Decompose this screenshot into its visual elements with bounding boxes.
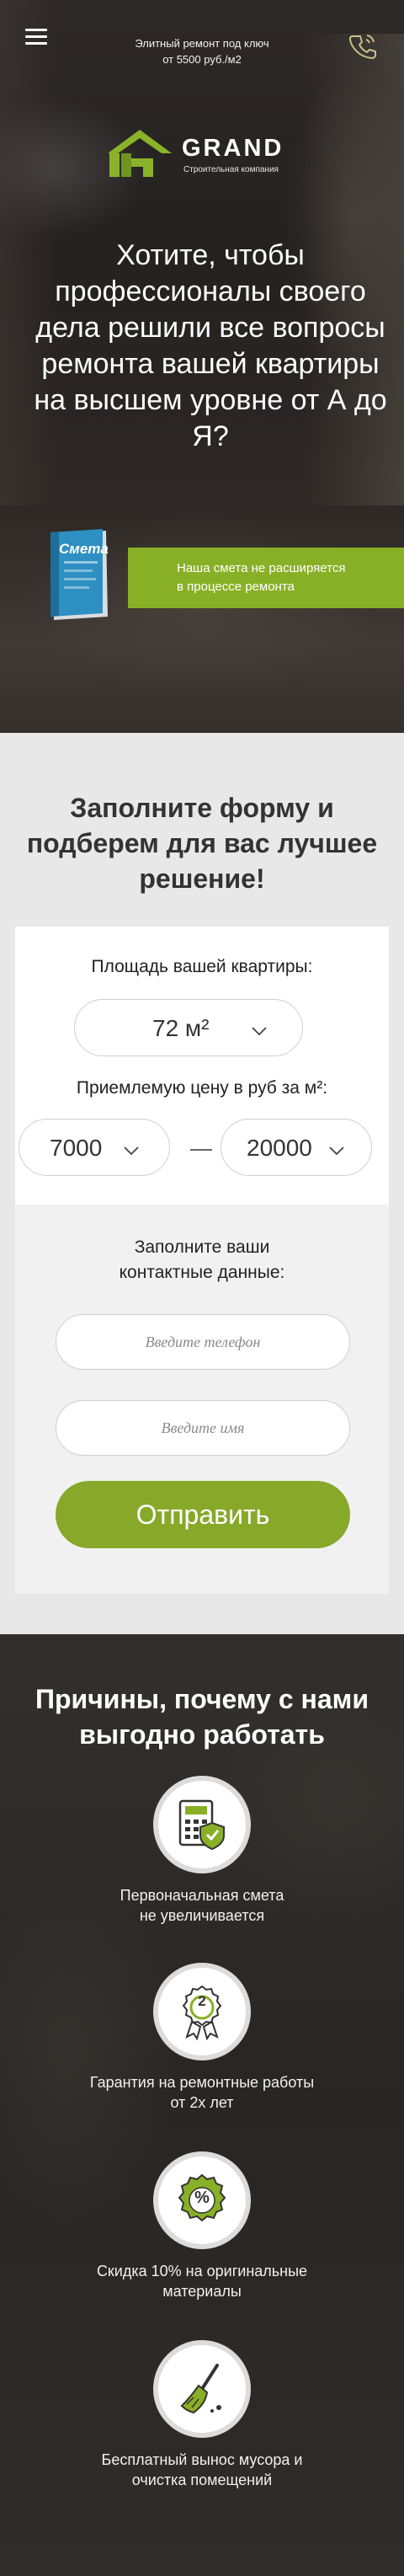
price-label: Приемлемую цену в руб за м²: bbox=[76, 1078, 328, 1098]
reason-text-line-2: от 2х лет bbox=[170, 2094, 234, 2111]
hamburger-menu-icon[interactable] bbox=[25, 29, 47, 45]
area-label: Площадь вашей квартиры: bbox=[91, 957, 313, 976]
lead-form-card: Площадь вашей квартиры: 72 м² Приемлемую… bbox=[15, 927, 389, 1594]
phone-input[interactable] bbox=[56, 1314, 350, 1370]
price-range-dash bbox=[190, 1149, 212, 1151]
contact-label: Заполните ваши контактные данные: bbox=[15, 1235, 389, 1285]
contact-block: Заполните ваши контактные данные: Отправ… bbox=[15, 1205, 389, 1594]
reason-text-line-2: очистка помещений bbox=[131, 2472, 273, 2488]
area-select-value: 72 м² bbox=[152, 1015, 210, 1041]
reason-text: Бесплатный вынос мусора и очистка помеще… bbox=[50, 2450, 354, 2490]
reason-text: Первоначальная смета не увеличивается bbox=[50, 1885, 354, 1926]
percent-badge-icon: % bbox=[153, 2151, 251, 2249]
top-bar: Элитный ремонт под ключ от 5500 руб./м2 bbox=[0, 0, 404, 93]
form-title: Заполните форму и подберем для вас лучше… bbox=[26, 793, 378, 894]
reason-text: Гарантия на ремонтные работы от 2х лет bbox=[50, 2072, 354, 2113]
medal-icon: 2 bbox=[153, 1963, 251, 2060]
reason-text-line-1: Первоначальная смета bbox=[120, 1887, 284, 1904]
tagline-line-1: Элитный ремонт под ключ bbox=[135, 37, 269, 50]
price-to-value: 20000 bbox=[247, 1135, 312, 1161]
medal-number: 2 bbox=[198, 1993, 206, 2009]
price-from-value: 7000 bbox=[50, 1135, 103, 1161]
chevron-down-icon bbox=[124, 1146, 139, 1156]
logo-wordmark: GRAND bbox=[182, 135, 284, 162]
submit-button[interactable]: Отправить bbox=[56, 1481, 350, 1548]
chevron-down-icon bbox=[252, 1027, 267, 1036]
reason-text-line-1: Гарантия на ремонтные работы bbox=[89, 2074, 315, 2091]
reason-text-line-2: материалы bbox=[162, 2283, 242, 2300]
reason-text: Скидка 10% на оригинальные материалы bbox=[50, 2261, 354, 2301]
company-logo[interactable]: GRAND Строительная компания bbox=[106, 128, 300, 187]
reasons-section: Причины, почему с нами выгодно работать … bbox=[0, 1634, 404, 2576]
reasons-title: Причины, почему с нами выгодно работать bbox=[35, 1684, 369, 1750]
calculator-shield-icon bbox=[153, 1776, 251, 1873]
name-input[interactable] bbox=[56, 1400, 350, 1456]
area-select[interactable]: 72 м² bbox=[74, 999, 303, 1056]
logo-subtitle: Строительная компания bbox=[183, 165, 279, 174]
tagline-line-2: от 5500 руб./м2 bbox=[162, 53, 242, 66]
contact-label-line-1: Заполните ваши bbox=[134, 1237, 270, 1257]
logo-house-icon bbox=[108, 130, 172, 177]
percent-symbol: % bbox=[194, 2189, 210, 2207]
reason-text-line-1: Бесплатный вынос мусора и bbox=[101, 2451, 303, 2468]
price-to-select[interactable]: 20000 bbox=[221, 1119, 372, 1176]
broom-icon bbox=[153, 2340, 251, 2438]
chevron-down-icon bbox=[329, 1146, 344, 1156]
estimate-promo-line-2: в процессе ремонта bbox=[177, 580, 295, 594]
reason-text-line-2: не увеличивается bbox=[139, 1907, 265, 1924]
hero-section: Элитный ремонт под ключ от 5500 руб./м2 … bbox=[0, 0, 404, 733]
estimate-promo-line-1: Наша смета не расширяется bbox=[177, 561, 346, 575]
contact-label-line-2: контактные данные: bbox=[119, 1263, 285, 1282]
estimate-promo: Наша смета не расширяется в процессе рем… bbox=[47, 529, 404, 622]
estimate-book-icon: Смета bbox=[47, 529, 113, 622]
estimate-book-label: Смета bbox=[59, 541, 109, 557]
hero-headline: Хотите, чтобы профессионалы своего дела … bbox=[34, 239, 387, 452]
estimate-promo-banner: Наша смета не расширяется в процессе рем… bbox=[128, 548, 404, 608]
reason-text-line-1: Скидка 10% на оригинальные bbox=[96, 2263, 308, 2279]
lead-form-section: Заполните форму и подберем для вас лучше… bbox=[0, 733, 404, 1634]
phone-icon[interactable] bbox=[347, 30, 379, 62]
price-from-select[interactable]: 7000 bbox=[19, 1119, 170, 1176]
header-tagline: Элитный ремонт под ключ от 5500 руб./м2 bbox=[109, 35, 295, 67]
